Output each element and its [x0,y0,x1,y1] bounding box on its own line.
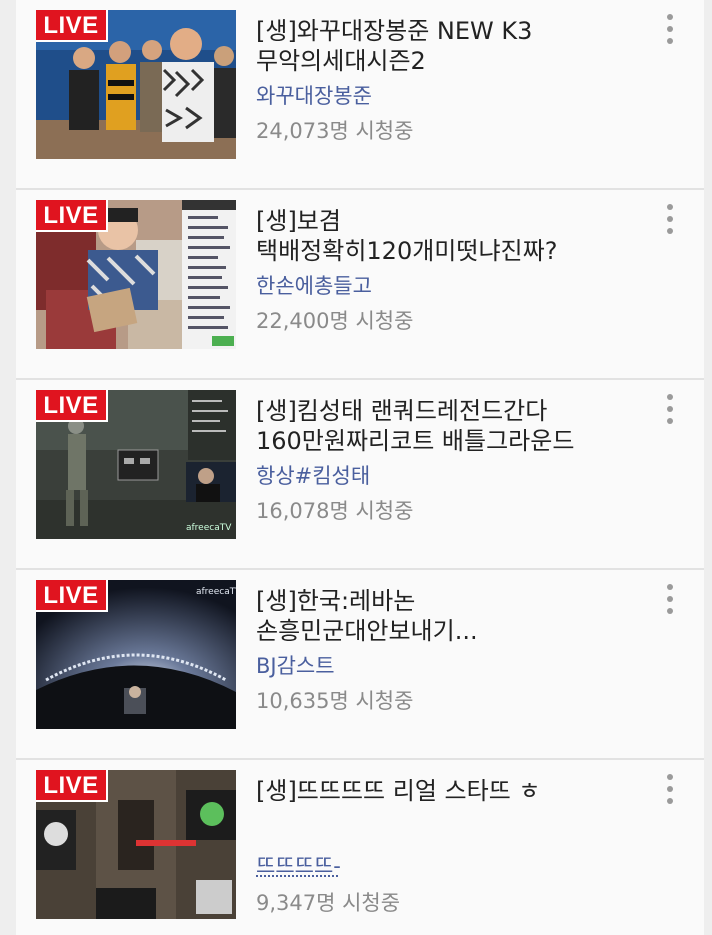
stream-thumbnail[interactable]: LIVE [36,10,236,159]
more-options-icon[interactable] [660,584,680,620]
stream-thumbnail[interactable]: LIVE [36,770,236,919]
more-options-icon[interactable] [660,394,680,430]
list-item[interactable]: afreecaTV LIVE [생]한국:레바논 손흥민군대안보내기... BJ… [16,570,704,760]
viewer-count: 24,073명 시청중 [256,119,414,143]
stream-title[interactable]: [생]한국:레바논 손흥민군대안보내기... [256,586,636,646]
viewer-count: 22,400명 시청중 [256,309,414,333]
stream-thumbnail[interactable]: LIVE [36,200,236,349]
live-badge: LIVE [36,770,108,802]
live-badge: LIVE [36,200,108,232]
svg-text:afreecaTV: afreecaTV [196,587,236,597]
list-item[interactable]: LIVE [생]와꾸대장봉준 NEW K3 무악의세대시즌2 와꾸대장봉준 24… [16,0,704,190]
viewer-count: 16,078명 시청중 [256,499,414,523]
broadcaster-name[interactable]: BJ감스트 [256,650,335,680]
stream-thumbnail[interactable]: afreecaTV LIVE [36,390,236,539]
stream-thumbnail[interactable]: afreecaTV LIVE [36,580,236,729]
stream-title[interactable]: [생]킴성태 랜쿼드레전드간다 160만원짜리코트 배틀그라운드 [256,396,636,456]
broadcaster-name[interactable]: 뜨뜨뜨뜨- [256,850,341,880]
broadcaster-name[interactable]: 한손에총들고 [256,270,372,300]
broadcaster-name[interactable]: 항상#킴성태 [256,460,370,490]
viewer-count: 9,347명 시청중 [256,891,401,915]
stream-title[interactable]: [생]보겸 택배정확히120개미떳냐진짜? [256,206,636,266]
list-item[interactable]: afreecaTV LIVE [생]킴성태 랜쿼드레전드간다 160만원짜리코트… [16,380,704,570]
stream-title[interactable]: [생]뜨뜨뜨뜨 리얼 스타뜨 ㅎ [256,776,636,806]
svg-text:afreecaTV: afreecaTV [186,523,232,533]
list-item[interactable]: LIVE [생]보겸 택배정확히120개미떳냐진짜? 한손에총들고 22,400… [16,190,704,380]
more-options-icon[interactable] [660,204,680,240]
more-options-icon[interactable] [660,774,680,810]
list-item[interactable]: LIVE [생]뜨뜨뜨뜨 리얼 스타뜨 ㅎ 뜨뜨뜨뜨- 9,347명 시청중 [16,760,704,935]
more-options-icon[interactable] [660,14,680,50]
stream-title[interactable]: [생]와꾸대장봉준 NEW K3 무악의세대시즌2 [256,16,636,76]
live-badge: LIVE [36,580,108,612]
live-badge: LIVE [36,390,108,422]
broadcaster-name[interactable]: 와꾸대장봉준 [256,80,372,110]
viewer-count: 10,635명 시청중 [256,689,414,713]
live-badge: LIVE [36,10,108,42]
